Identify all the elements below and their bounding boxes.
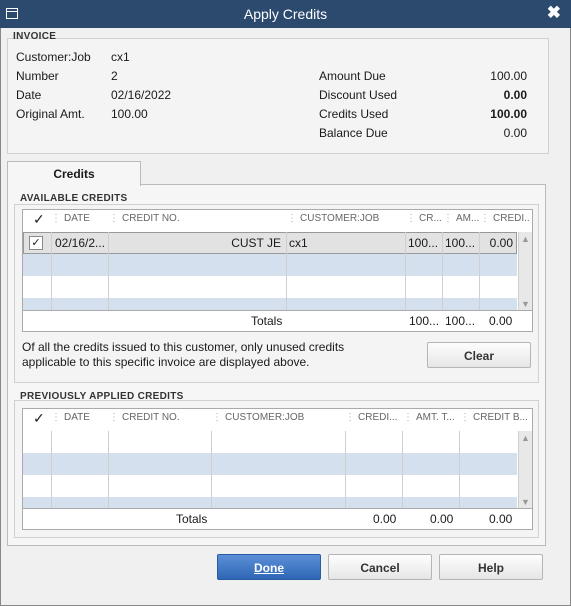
original-amt-value: 100.00	[111, 107, 148, 121]
col-divider	[479, 232, 480, 310]
done-button-label: Done	[254, 561, 284, 575]
discount-used-label: Discount Used	[319, 88, 398, 102]
number-label: Number	[16, 69, 59, 83]
col-divider	[211, 431, 212, 508]
col-divider	[108, 232, 109, 310]
col-divider	[286, 232, 287, 310]
row-credit: 0.00	[489, 236, 513, 250]
previous-totals-label: Totals	[176, 512, 208, 526]
col-divider	[442, 232, 443, 310]
invoice-section-label: INVOICE	[13, 31, 57, 42]
available-credits-note: Of all the credits issued to this custom…	[22, 340, 345, 369]
prev-col-credit-b[interactable]: CREDIT B...	[460, 409, 530, 427]
previous-check-header[interactable]: ✓	[33, 410, 45, 427]
window-title: Apply Credits	[243, 6, 328, 22]
prev-col-customer-job[interactable]: CUSTOMER:JOB	[212, 409, 342, 427]
done-button[interactable]: Done	[217, 554, 321, 580]
prev-col-amt[interactable]: AMT. T...	[403, 409, 459, 427]
row-date: 02/16/2...	[55, 236, 106, 250]
scroll-up-icon[interactable]: ▲	[521, 433, 530, 443]
credits-used-value: 100.00	[490, 107, 527, 121]
previous-credits-label: PREVIOUSLY APPLIED CREDITS	[20, 391, 184, 402]
col-divider	[51, 431, 52, 508]
scroll-up-icon[interactable]: ▲	[521, 234, 530, 244]
table-row-empty	[23, 453, 517, 475]
col-amt[interactable]: AM...	[443, 210, 479, 228]
totals-amt: 100...	[445, 314, 476, 328]
available-credits-label: AVAILABLE CREDITS	[20, 193, 128, 204]
totals-divider	[23, 310, 532, 311]
previous-totals-credit-b: 0.00	[489, 512, 513, 526]
previous-totals-amt: 0.00	[430, 512, 454, 526]
previous-credits-table: ✓ DATE CREDIT NO. CUSTOMER:JOB CREDI... …	[22, 408, 533, 530]
balance-due-value: 0.00	[503, 126, 527, 140]
prev-col-credit[interactable]: CREDI...	[345, 409, 401, 427]
col-cr[interactable]: CR...	[406, 210, 442, 228]
totals-divider	[23, 508, 532, 509]
cancel-button[interactable]: Cancel	[328, 554, 432, 580]
prev-col-credit-no[interactable]: CREDIT NO.	[109, 409, 209, 427]
dialog-body: INVOICE Customer:Job cx1 Number 2 Date 0…	[0, 28, 571, 606]
available-credits-table: ✓ DATE CREDIT NO. CUSTOMER:JOB CR... AM.…	[22, 209, 533, 332]
row-customer-job: cx1	[289, 236, 308, 250]
col-credit[interactable]: CREDI...	[480, 210, 530, 228]
totals-label: Totals	[251, 314, 283, 328]
col-date[interactable]: DATE	[51, 210, 107, 228]
scroll-down-icon[interactable]: ▼	[521, 299, 530, 309]
table-row-empty	[23, 475, 517, 497]
vertical-scrollbar[interactable]: ▲ ▼	[518, 232, 532, 310]
col-credit-no[interactable]: CREDIT NO.	[109, 210, 285, 228]
customer-job-value: cx1	[111, 50, 130, 64]
row-credit-no: CUST JE	[231, 236, 281, 250]
col-divider	[402, 431, 403, 508]
clear-button[interactable]: Clear	[427, 342, 531, 368]
original-amt-label: Original Amt.	[16, 107, 85, 121]
tab-credits[interactable]: Credits	[7, 161, 141, 186]
balance-due-label: Balance Due	[319, 126, 388, 140]
col-divider	[345, 431, 346, 508]
row-cr: 100...	[408, 236, 439, 250]
totals-cr: 100...	[409, 314, 440, 328]
table-row-empty	[23, 431, 517, 453]
date-label: Date	[16, 88, 42, 102]
col-divider	[108, 431, 109, 508]
totals-credit: 0.00	[489, 314, 513, 328]
col-divider	[459, 431, 460, 508]
close-icon[interactable]: ✖	[547, 3, 561, 23]
amount-due-label: Amount Due	[319, 69, 386, 83]
help-button[interactable]: Help	[439, 554, 543, 580]
previous-totals-credit: 0.00	[373, 512, 397, 526]
title-bar: Apply Credits ✖	[0, 0, 571, 28]
amount-due-value: 100.00	[490, 69, 527, 83]
discount-used-value: 0.00	[503, 88, 527, 102]
col-customer-job[interactable]: CUSTOMER:JOB	[287, 210, 403, 228]
col-divider	[51, 232, 52, 310]
credits-used-label: Credits Used	[319, 107, 389, 121]
date-value: 02/16/2022	[111, 88, 172, 102]
table-row-empty	[23, 497, 517, 508]
customer-job-label: Customer:Job	[16, 50, 91, 64]
row-checkbox[interactable]: ✓	[29, 236, 43, 250]
prev-col-date[interactable]: DATE	[51, 409, 107, 427]
scroll-down-icon[interactable]: ▼	[521, 497, 530, 507]
select-all-check-header[interactable]: ✓	[33, 211, 45, 228]
previous-vertical-scrollbar[interactable]: ▲ ▼	[518, 431, 532, 508]
number-value: 2	[111, 69, 118, 83]
row-amt: 100...	[445, 236, 476, 250]
col-divider	[405, 232, 406, 310]
